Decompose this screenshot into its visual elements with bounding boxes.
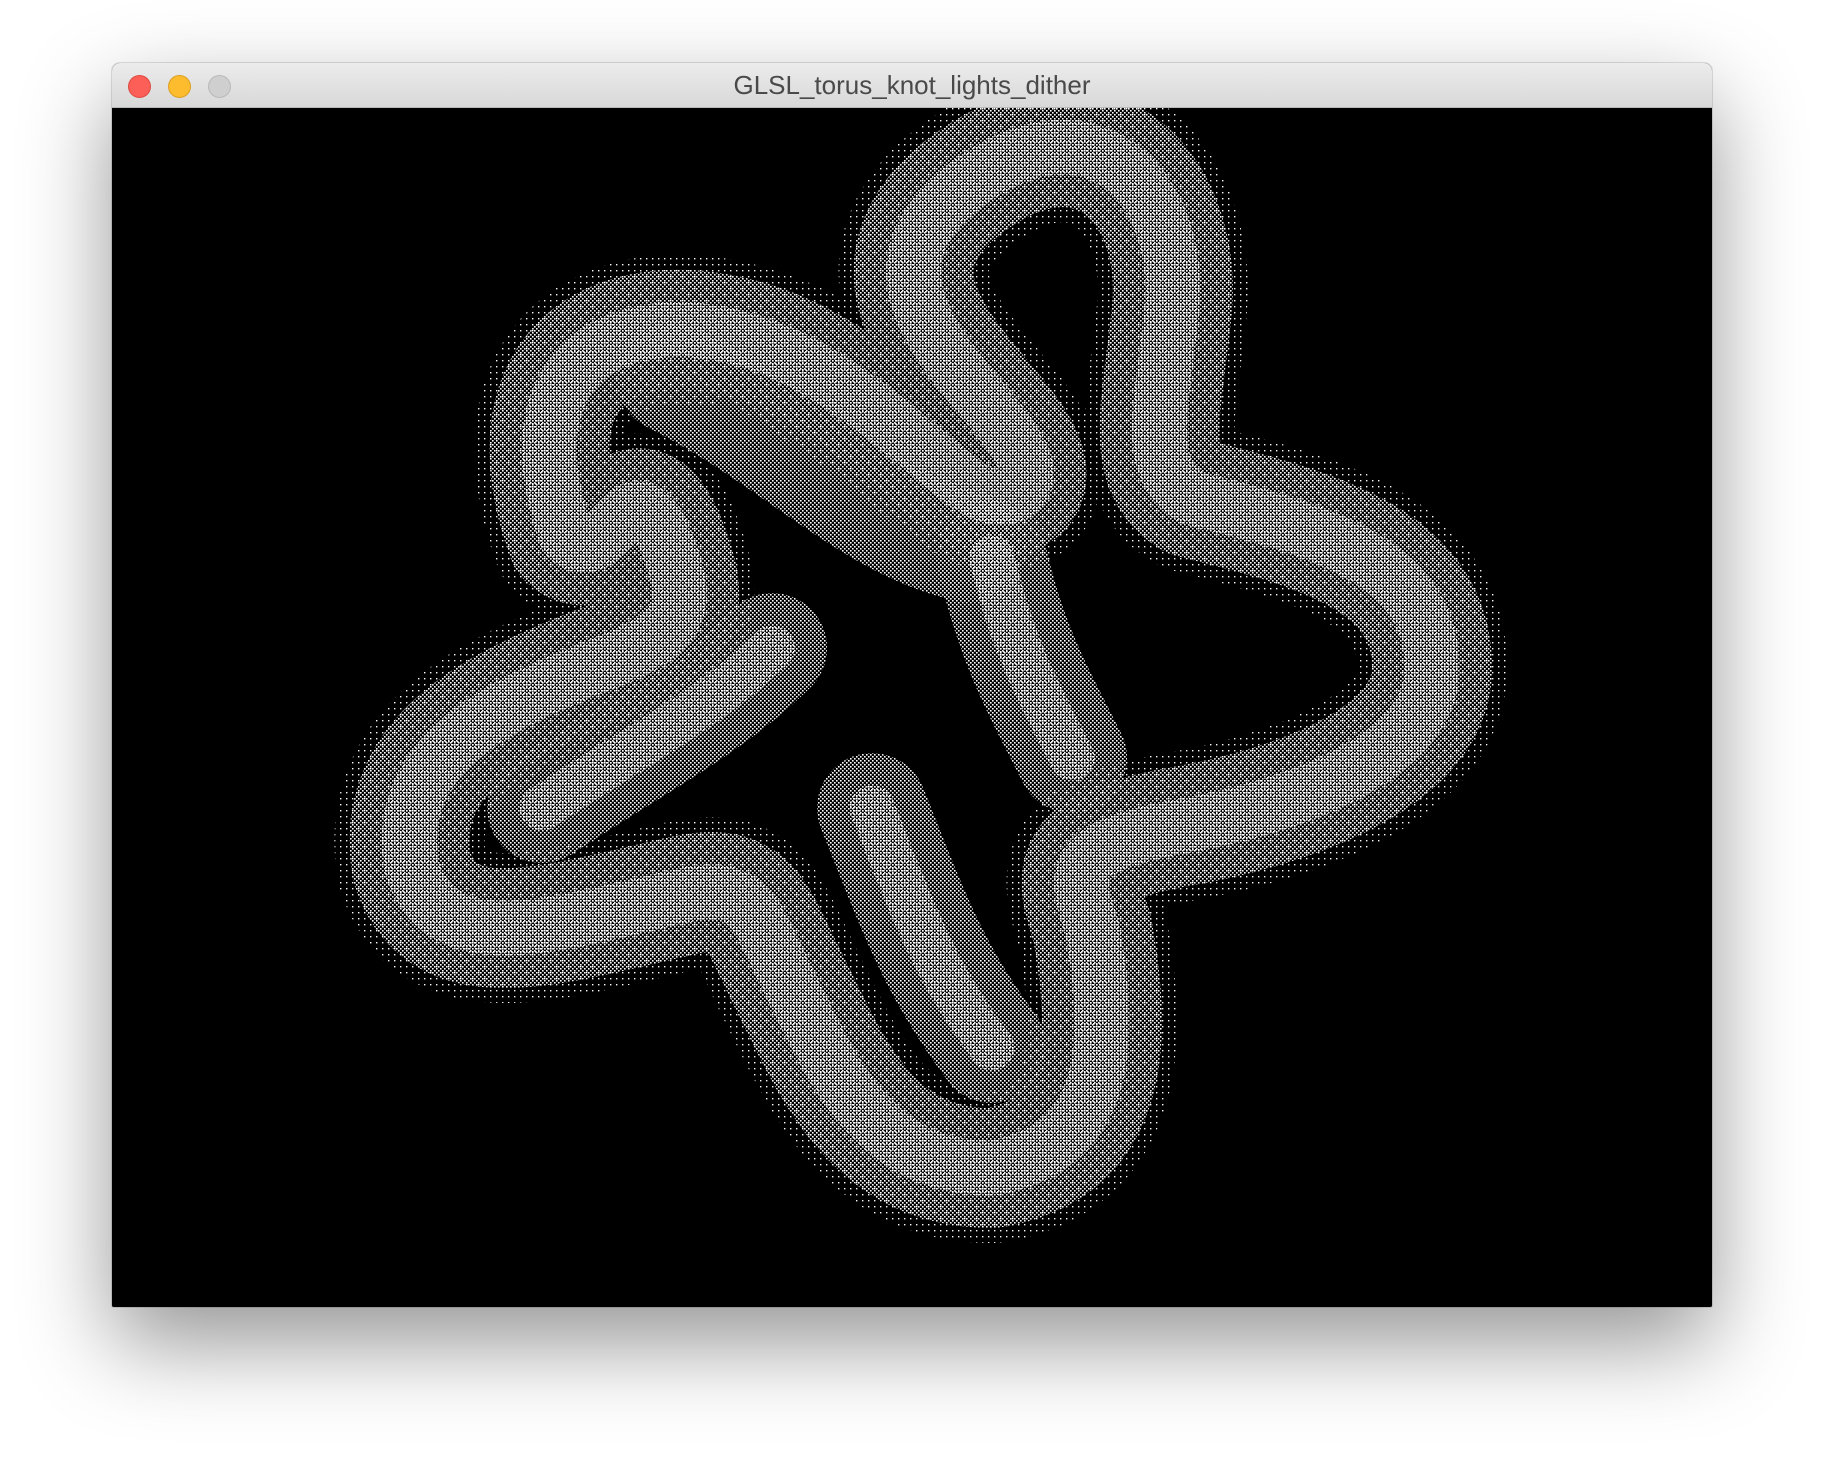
render-canvas[interactable] xyxy=(112,108,1712,1307)
window-title: GLSL_torus_knot_lights_dither xyxy=(733,70,1091,100)
title-bar[interactable]: GLSL_torus_knot_lights_dither xyxy=(112,63,1712,108)
torus-knot-render xyxy=(334,108,1507,1243)
app-window: GLSL_torus_knot_lights_dither xyxy=(112,63,1712,1307)
